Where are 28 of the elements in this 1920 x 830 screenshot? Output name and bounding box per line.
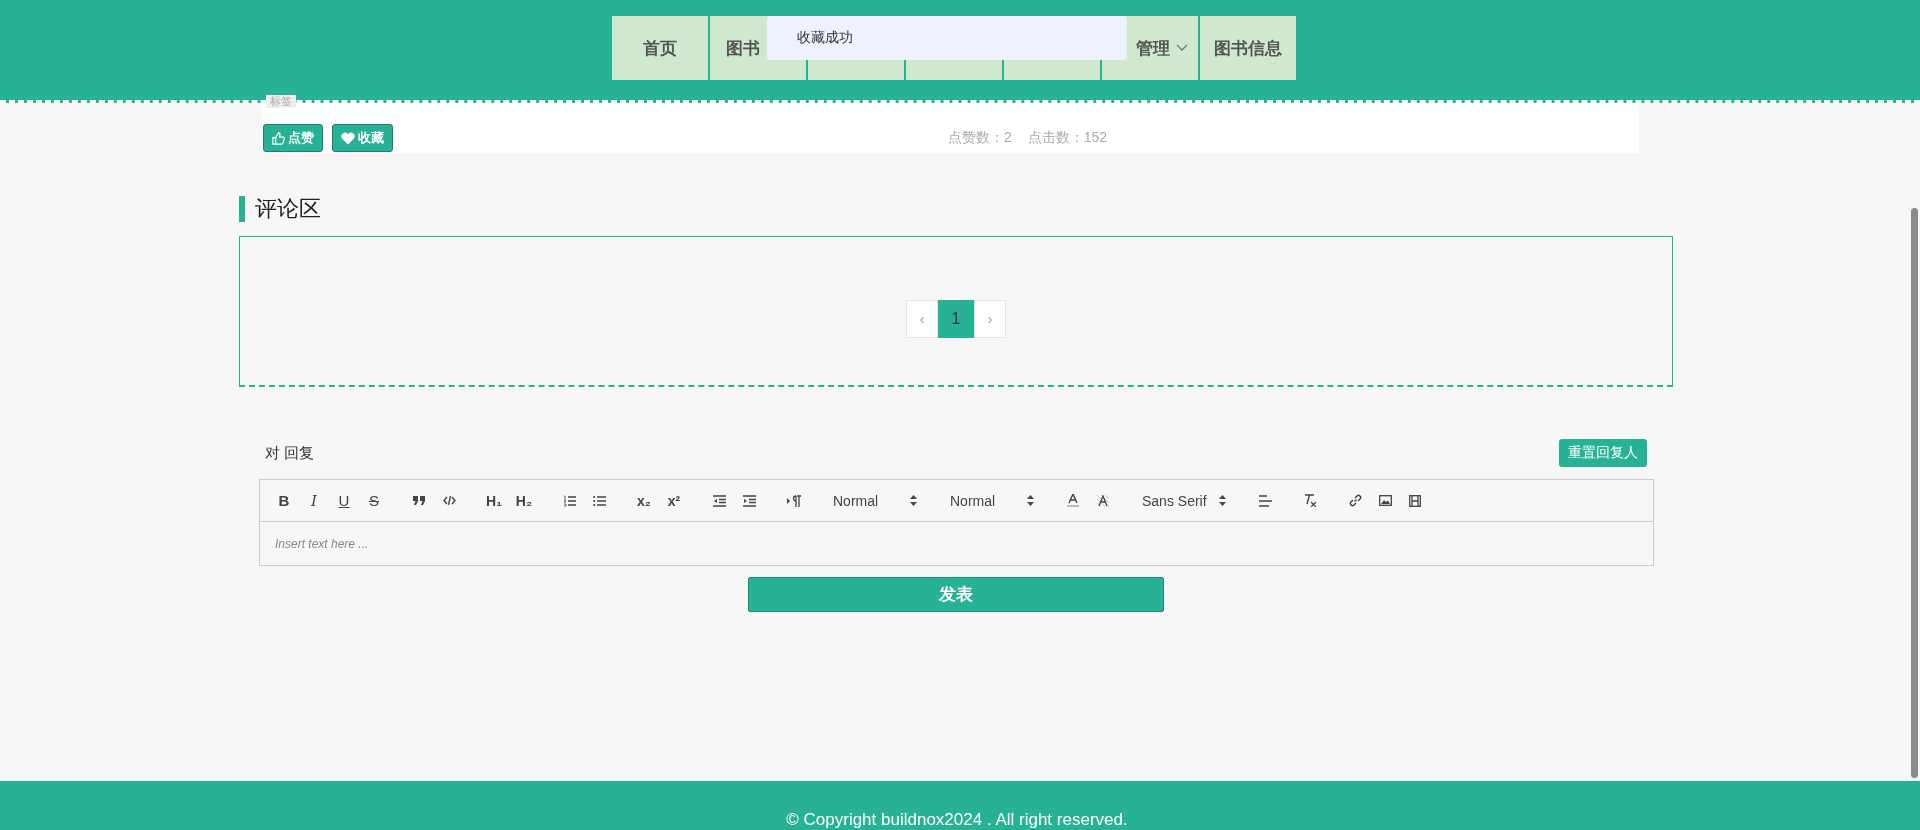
reply-label: 对 回复 <box>265 443 315 463</box>
up-down-arrows-icon <box>910 495 917 506</box>
success-toast: 收藏成功 <box>767 16 1127 60</box>
format-picker[interactable]: Sans Serif <box>1134 492 1234 509</box>
format-button[interactable]: H₁ <box>480 488 508 513</box>
up-down-arrows-icon <box>1027 495 1034 506</box>
article-tag: 标签 <box>266 95 296 108</box>
format-button[interactable]: S <box>360 488 388 513</box>
nav-item[interactable]: 首页 <box>612 16 708 80</box>
format-button[interactable]: I <box>300 488 328 513</box>
format-picker[interactable]: Normal <box>825 492 925 509</box>
copyright-text: © Copyright buildnox2024 . All right reserved. <box>786 810 1128 830</box>
format-button[interactable]: x² <box>660 488 688 513</box>
format-button[interactable]: U <box>330 488 358 513</box>
heart-icon <box>341 131 355 145</box>
scrollbar[interactable] <box>1911 208 1918 778</box>
section-title: 评论区 <box>239 196 1673 222</box>
format-button[interactable]: H₂ <box>510 488 538 513</box>
format-picker[interactable]: Normal <box>942 492 1042 509</box>
thumbs-up-icon <box>272 131 285 145</box>
text-editor[interactable]: B I U S H₁ H₂ x₂ x² Normal Normal Sans Serif Insert text here ... <box>259 479 1654 566</box>
page-button[interactable]: 1 <box>938 300 974 338</box>
click-count: 点击数：152 <box>1027 129 1108 147</box>
nav-item[interactable]: 图书信息 <box>1200 16 1296 80</box>
format-button[interactable]: x₂ <box>630 488 658 513</box>
format-button[interactable]: B <box>270 488 298 513</box>
up-down-arrows-icon <box>1219 495 1226 506</box>
like-count: 点赞数：2 <box>948 129 1012 147</box>
